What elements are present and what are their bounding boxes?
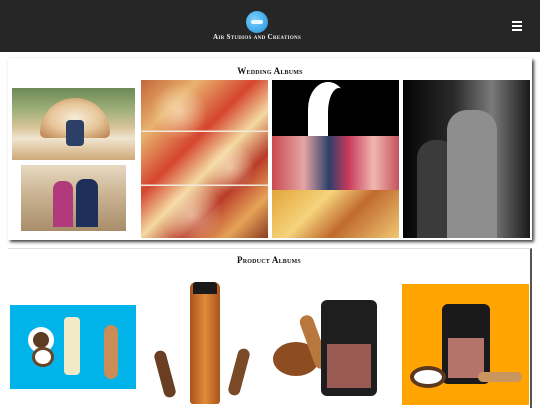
product-photo-oil-bottle[interactable] [141, 282, 267, 406]
air-studios-logo-icon[interactable] [246, 11, 268, 33]
coconut-shell-icon [410, 366, 446, 388]
hands-jewelry-photo [272, 190, 399, 238]
brand-name[interactable]: Air Studios and Creations [170, 33, 344, 41]
wooden-spoon-icon [104, 325, 118, 379]
wooden-spoon-icon [226, 347, 252, 397]
wedding-photo-black-white-couple[interactable] [403, 80, 530, 238]
coconut-shell-icon [32, 347, 54, 367]
wooden-spoon-icon [152, 349, 178, 399]
product-photo-spice-pouch[interactable] [271, 298, 397, 400]
wedding-photo-ceremony-collage[interactable] [141, 80, 268, 238]
wooden-spoon-icon [478, 372, 522, 382]
product-photo-coconut-oil[interactable] [10, 305, 136, 389]
product-photo-coconut-sugar-pouch[interactable] [402, 284, 529, 405]
silhouette-photo [272, 80, 399, 136]
product-albums-title: Product Albums [237, 255, 301, 265]
wedding-photo-hall-couple[interactable] [21, 165, 126, 231]
black-pouch-icon [321, 300, 377, 396]
wedding-albums-title: Wedding Albums [237, 66, 303, 76]
hamburger-menu-icon[interactable] [511, 20, 525, 32]
oil-bottle-icon [64, 317, 80, 375]
top-header: Air Studios and Creations [0, 0, 540, 52]
bottle-cap-icon [193, 282, 217, 294]
couple-flowers-photo [272, 136, 399, 190]
wedding-photo-silhouette-collage[interactable] [272, 80, 399, 238]
glass-bottle-icon [190, 282, 220, 404]
wedding-photo-stage-couple[interactable] [12, 88, 135, 160]
